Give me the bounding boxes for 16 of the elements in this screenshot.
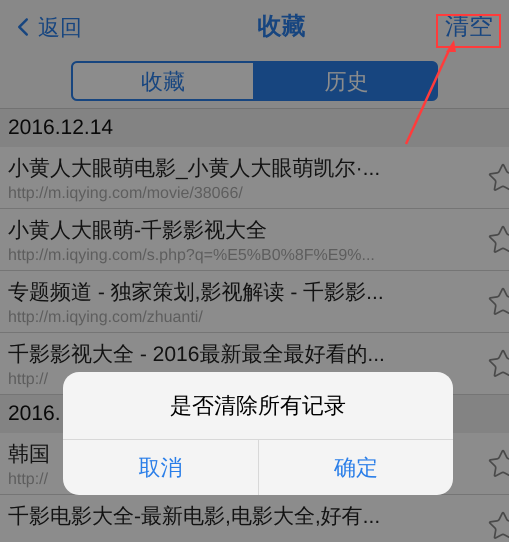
date-header: 2016. bbox=[8, 401, 61, 428]
page-title: 小黄人大眼萌电影_小黄人大眼萌凯尔·... bbox=[8, 156, 380, 182]
segment-tab[interactable]: 收藏 bbox=[71, 61, 254, 101]
dialog-button[interactable]: 确定 bbox=[258, 440, 453, 495]
segment-tab[interactable]: 历史 bbox=[254, 61, 438, 101]
page-title: 千影电影大全-最新电影,电影大全,好有... bbox=[8, 504, 380, 530]
back-button[interactable]: 返回 bbox=[8, 10, 82, 44]
date-header: 2016.12.14 bbox=[8, 115, 114, 142]
page-title: 专题频道 - 独家策划,影视解读 - 千影影... bbox=[8, 280, 384, 306]
clear-button[interactable]: 清空 bbox=[441, 9, 497, 45]
nav-title: 收藏 bbox=[258, 12, 306, 42]
dialog-message: 是否清除所有记录 bbox=[170, 392, 346, 420]
page-title: 千影影视大全 - 2016最新最全最好看的... bbox=[8, 342, 385, 368]
page-title: 韩国 bbox=[8, 442, 50, 468]
page-title: 小黄人大眼萌-千影影视大全 bbox=[8, 218, 268, 244]
dialog-button[interactable]: 取消 bbox=[63, 440, 258, 495]
